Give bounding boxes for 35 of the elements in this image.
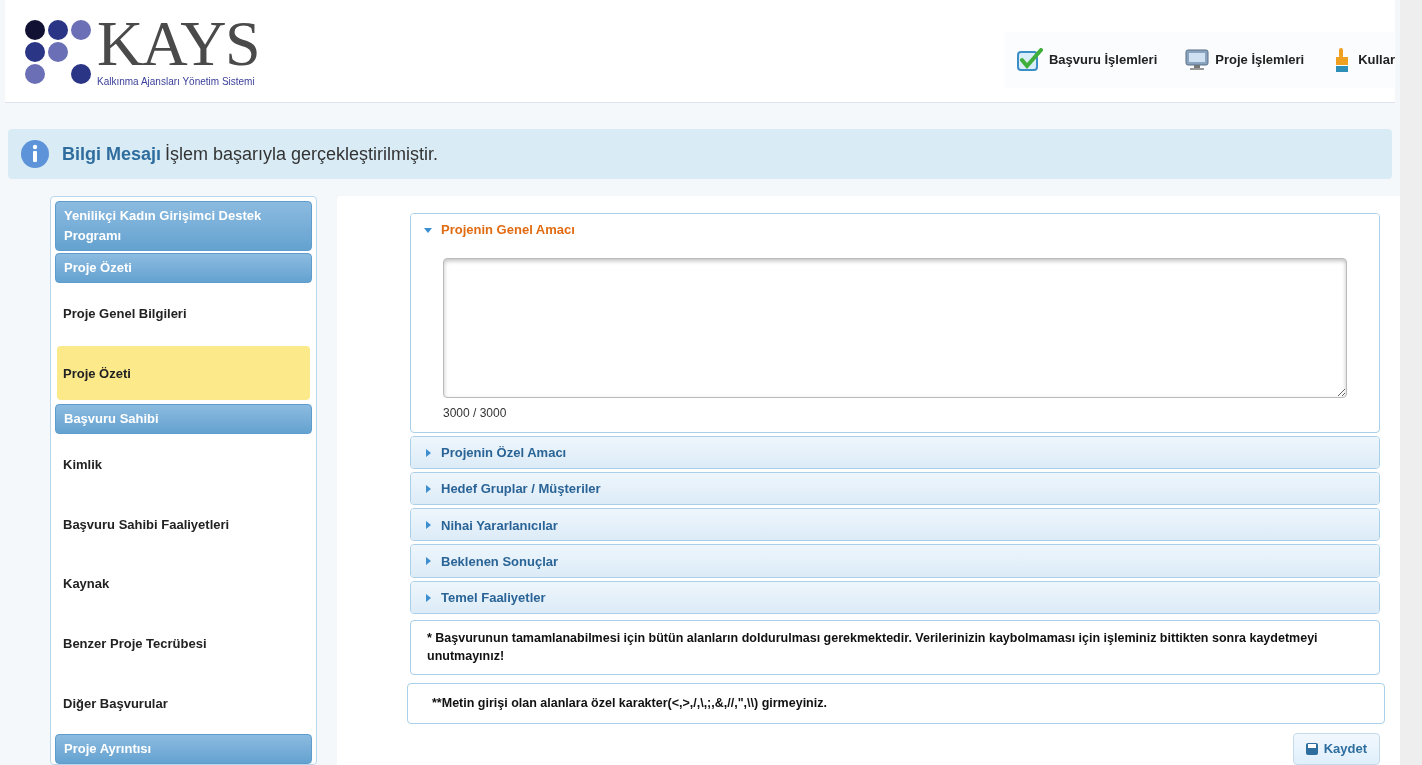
info-icon — [20, 139, 50, 169]
checkbox-icon — [1016, 48, 1043, 72]
top-menu-link[interactable]: Proje İşlemleri — [1185, 49, 1305, 71]
save-icon — [1305, 742, 1318, 755]
logo-dots-icon — [25, 20, 93, 84]
sidebar-item[interactable]: Diğer Başvurular — [57, 676, 310, 731]
accordion-header[interactable]: Nihai Yararlanıcılar — [411, 509, 1379, 541]
info-message-text: İşlem başarıyla gerçekleştirilmiştir. — [165, 142, 439, 166]
special-characters-note: **Metin girişi olan alanlara özel karakter(<,>,/,\,;,&,//,",\\) girmeyiniz. — [407, 683, 1385, 724]
sidebar-item[interactable]: Proje Genel Bilgileri — [57, 286, 310, 341]
top-menu-link[interactable]: Başvuru İşlemleri — [1016, 48, 1158, 72]
sidebar-item[interactable]: Proje Özeti — [57, 346, 310, 401]
top-menu-link[interactable]: Kullar — [1332, 47, 1395, 73]
caret-down-icon — [423, 225, 433, 235]
sidebar-item[interactable]: Kaynak — [57, 557, 310, 612]
logo-title: KAYS — [97, 12, 259, 76]
sidebar-item[interactable]: Başvuru Sahibi Faaliyetleri — [57, 497, 310, 552]
accordion-header[interactable]: Hedef Gruplar / Müşteriler — [411, 473, 1379, 505]
caret-right-icon — [423, 592, 433, 603]
sidebar-item[interactable]: Kimlik — [57, 437, 310, 492]
caret-right-icon — [423, 448, 433, 458]
caret-right-icon — [423, 484, 433, 495]
required-fields-note: * Başvurunun tamamlanabilmesi için bütün alanların doldurulması gerekmektedir. Verilerinizin kaybolmaması için işleminiz bittikten sonra kaydetmeyi unutmayınız! — [410, 619, 1380, 676]
accordion-header[interactable]: Temel Faaliyetler — [411, 581, 1379, 613]
accordion-header[interactable]: Projenin Özel Amacı — [411, 437, 1379, 469]
accordion-header[interactable]: Beklenen Sonuçlar — [411, 545, 1379, 577]
monitor-icon — [1185, 49, 1210, 71]
logo-subtitle: Kalkınma Ajansları Yönetim Sistemi — [97, 75, 256, 89]
text-area-field[interactable] — [443, 258, 1347, 398]
save-button[interactable]: Kaydet — [1292, 732, 1380, 765]
info-message-title: Bilgi Mesajı — [62, 142, 162, 166]
character-counter: 3000 / 3000 — [443, 405, 508, 422]
caret-right-icon — [423, 556, 433, 567]
caret-right-icon — [423, 520, 433, 531]
sidebar-item[interactable]: Benzer Proje Tecrübesi — [57, 616, 310, 671]
